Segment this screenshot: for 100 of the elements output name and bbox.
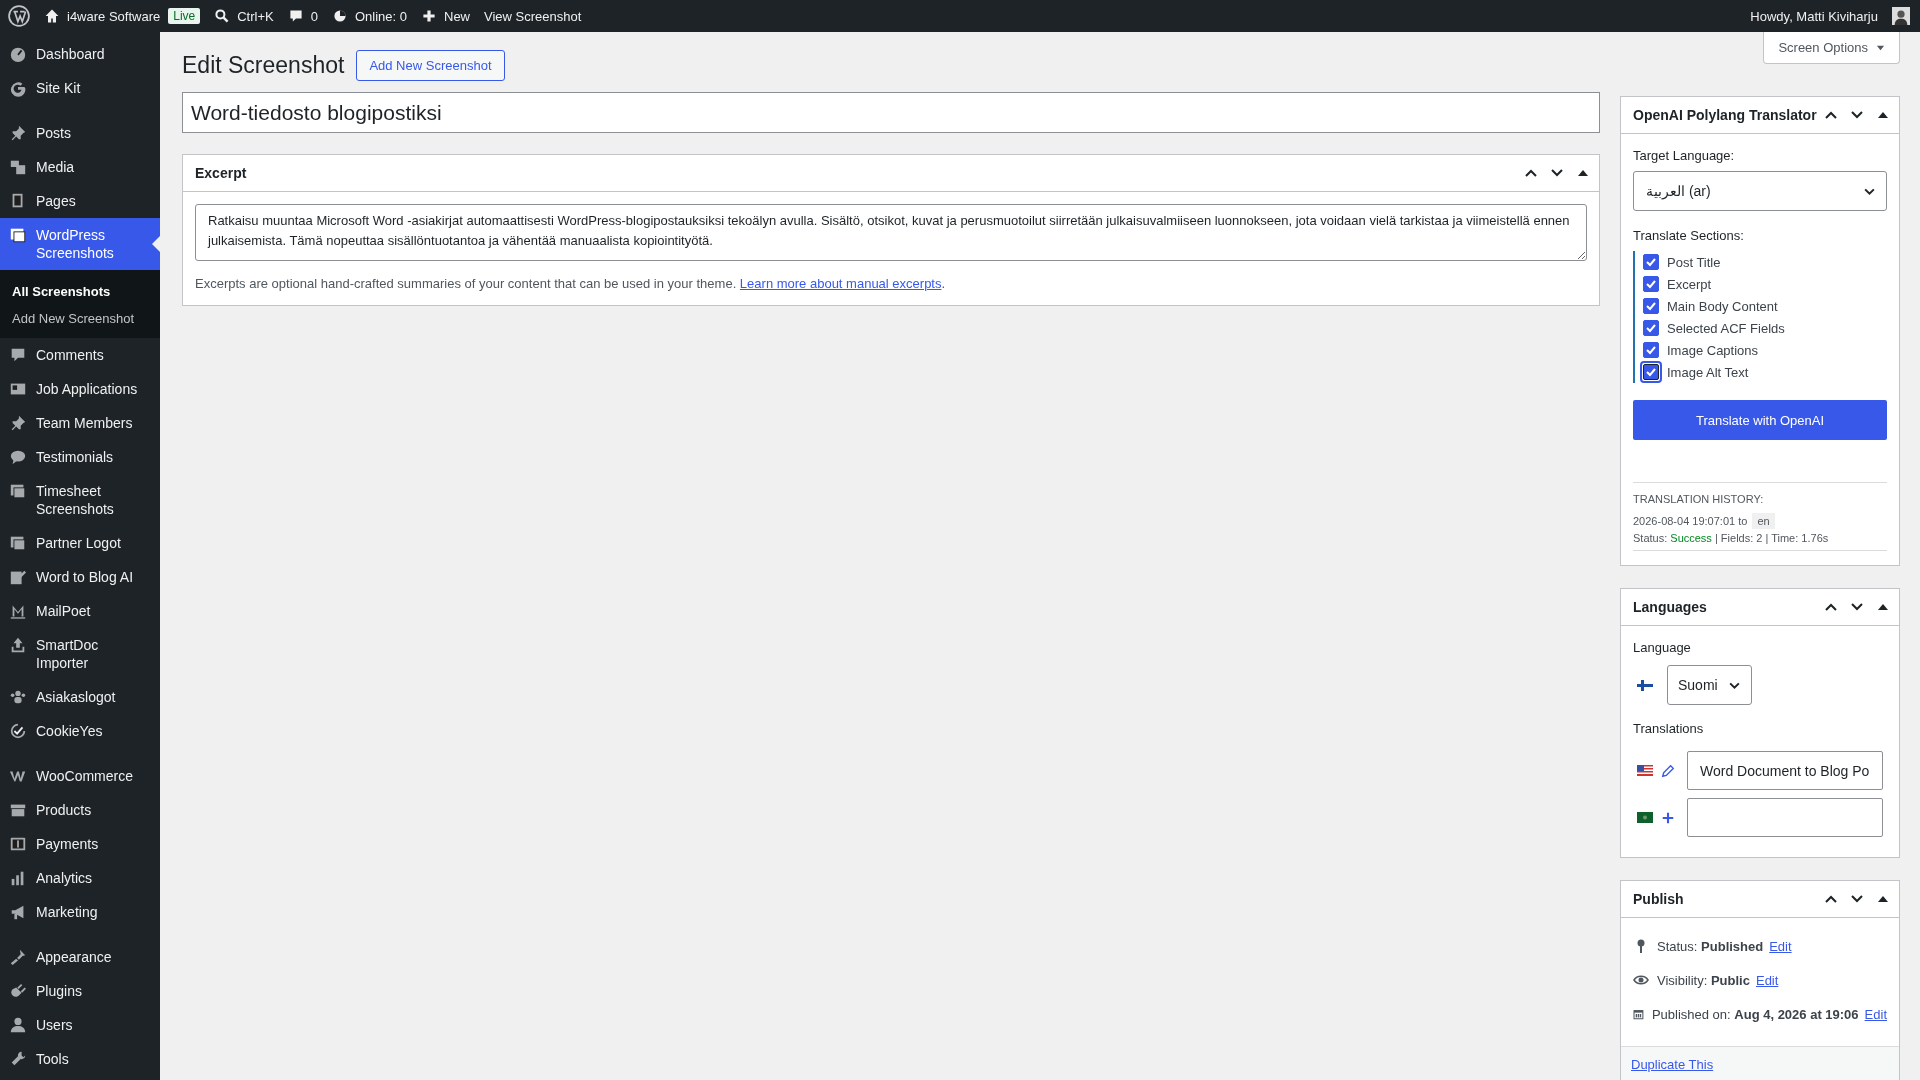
section-option[interactable]: Excerpt: [1643, 275, 1887, 293]
g-icon: [9, 79, 27, 97]
menu-item[interactable]: Partner Logot: [0, 526, 160, 560]
title-field[interactable]: Word-tiedosto blogipostiksi: [182, 92, 1600, 133]
checkbox[interactable]: [1643, 298, 1659, 314]
check-icon: [1645, 256, 1657, 268]
pencil-icon[interactable]: [1661, 763, 1675, 778]
pie-chart-icon: [331, 8, 348, 24]
translation-field[interactable]: Word Document to Blog Po: [1687, 751, 1883, 790]
menu-item[interactable]: Appearance: [0, 940, 160, 974]
panel-title: Excerpt: [195, 165, 247, 181]
usa-flag-icon: [1637, 765, 1653, 776]
field-label: Target Language:: [1633, 148, 1736, 163]
search-icon: [214, 8, 231, 24]
menu-item[interactable]: Team Members: [0, 406, 160, 440]
view-link[interactable]: View Screenshot: [484, 8, 582, 24]
section-option[interactable]: Image Captions: [1643, 341, 1887, 359]
live-badge: Live: [168, 8, 201, 24]
menu-item[interactable]: Plugins: [0, 974, 160, 1008]
checkbox[interactable]: [1643, 254, 1659, 270]
field-label: Translations: [1633, 721, 1705, 736]
pushpin-icon: [9, 124, 27, 142]
pushpin-icon: [9, 414, 27, 432]
saudi-flag-icon: [1637, 812, 1653, 823]
menu-item[interactable]: Pages: [0, 184, 160, 218]
avatar-icon[interactable]: [1892, 7, 1910, 25]
menu-item[interactable]: CookieYes: [0, 714, 160, 748]
checkbox[interactable]: [1643, 342, 1659, 358]
wordpress-logo-icon[interactable]: [8, 5, 30, 27]
user-icon: [9, 1016, 27, 1034]
account-link[interactable]: Howdy, Matti Kiviharju: [1750, 8, 1878, 24]
finland-flag-icon: [1637, 679, 1653, 691]
menu-item[interactable]: Payments: [0, 827, 160, 861]
menu-item[interactable]: Marketing: [0, 895, 160, 929]
menu-item[interactable]: MailPoet: [0, 594, 160, 628]
publish-info: Status: Published: [1657, 938, 1764, 954]
edit-icon: [9, 568, 27, 586]
check-icon: [1645, 278, 1657, 290]
menu-item[interactable]: Asiakaslogot: [0, 680, 160, 714]
language-select[interactable]: Suomi: [1667, 665, 1752, 705]
panel-title: Languages: [1633, 599, 1707, 615]
screen-options-button[interactable]: Screen Options: [1763, 32, 1900, 64]
section-option[interactable]: Selected ACF Fields: [1643, 319, 1887, 337]
menu-item[interactable]: WooCommerce: [0, 759, 160, 793]
submenu-item[interactable]: Add New Screenshot: [0, 305, 160, 332]
comments-link[interactable]: 0: [287, 8, 318, 24]
section-option[interactable]: Image Alt Text: [1643, 363, 1887, 381]
edit-link[interactable]: Edit: [1769, 938, 1792, 954]
menu-item[interactable]: Site Kit: [0, 71, 160, 105]
gallery-icon: [9, 226, 27, 244]
speech-bubble-icon: [287, 8, 304, 24]
online-link[interactable]: Online: 0: [331, 8, 407, 24]
menu-item[interactable]: Timesheet Screenshots: [0, 474, 160, 526]
submenu-item[interactable]: All Screenshots: [0, 278, 160, 305]
home-icon: [44, 8, 60, 24]
section-option[interactable]: Main Body Content: [1643, 297, 1887, 315]
new-link[interactable]: New: [421, 8, 470, 24]
publish-info: Published on: Aug 4, 2026 at 19:06: [1651, 1006, 1859, 1022]
section-option[interactable]: Post Title: [1643, 253, 1887, 271]
checkbox[interactable]: [1643, 320, 1659, 336]
brush-icon: [9, 948, 27, 966]
gauge-icon: [9, 45, 27, 63]
media-icon: [9, 158, 27, 176]
edit-link[interactable]: Edit: [1755, 972, 1779, 988]
menu-item[interactable]: Analytics: [0, 861, 160, 895]
speech-bubble-icon: [9, 346, 27, 364]
menu-item[interactable]: Dashboard: [0, 37, 160, 71]
menu-item[interactable]: Products: [0, 793, 160, 827]
field-label: Translate Sections:: [1633, 228, 1745, 243]
gallery-icon: [9, 534, 27, 552]
check-icon: [1645, 322, 1657, 334]
menu-item[interactable]: Word to Blog AI: [0, 560, 160, 594]
speech-bubble-icon: [9, 448, 27, 466]
search-link[interactable]: Ctrl+K: [214, 8, 274, 24]
upload-icon: [9, 636, 27, 654]
menu-item[interactable]: Users: [0, 1008, 160, 1042]
translate-button[interactable]: Translate with OpenAI: [1633, 400, 1887, 440]
menu-item[interactable]: Job Applications: [0, 372, 160, 406]
menu-item[interactable]: Testimonials: [0, 440, 160, 474]
menu-item[interactable]: Comments: [0, 338, 160, 372]
history-date: 2026-08-04 19:07:01 to: [1633, 515, 1748, 527]
plus-icon[interactable]: [1661, 810, 1675, 825]
menu-item[interactable]: Posts: [0, 116, 160, 150]
caret-icon: [1876, 43, 1885, 52]
edit-link[interactable]: Edit: [1864, 1006, 1887, 1022]
translation-field[interactable]: [1687, 798, 1883, 837]
menu-item[interactable]: Media: [0, 150, 160, 184]
people-icon: [9, 688, 27, 706]
plug-icon: [9, 982, 27, 1000]
add-new-button[interactable]: Add New Screenshot: [356, 50, 505, 81]
duplicate-link[interactable]: Duplicate This: [1631, 1057, 1714, 1072]
language-select[interactable]: العربية (ar): [1633, 171, 1887, 211]
check-icon: [1645, 366, 1657, 378]
site-link[interactable]: i4ware Software: [44, 8, 161, 24]
menu-item[interactable]: WordPress Screenshots: [0, 218, 160, 270]
history-heading: TRANSLATION HISTORY:: [1633, 493, 1765, 505]
menu-item[interactable]: SmartDoc Importer: [0, 628, 160, 680]
checkbox[interactable]: [1643, 276, 1659, 292]
menu-item[interactable]: Tools: [0, 1042, 160, 1076]
excerpt-field[interactable]: Ratkaisu muuntaa Microsoft Word -asiakirjat automaattisesti WordPress-blogipostauksiksi tekoälyn avulla. Sisältö, otsikot, kuvat ja perusmuotoilut siirretään julkaisuvalmiiseen luonnokseen, jota voidaan vielä tarkistaa ja viimeistellä ennen julkaisemista. Tämä nopeuttaa sisällöntuotantoa ja vähentää manuaalista kopiointityötä.: [195, 204, 1587, 261]
